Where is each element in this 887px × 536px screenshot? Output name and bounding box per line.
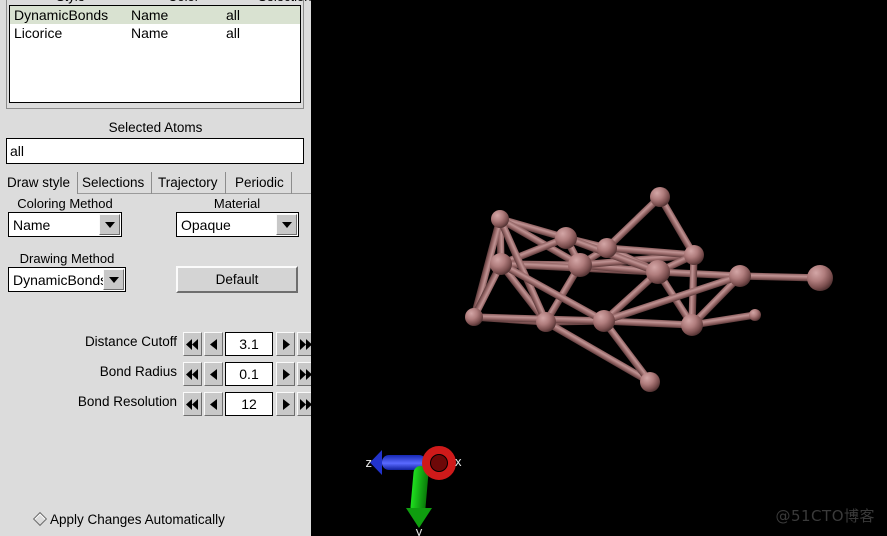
bond-resolution-increment-button[interactable] xyxy=(276,392,295,416)
chevron-down-icon xyxy=(99,214,120,235)
atom xyxy=(646,260,670,284)
bond-resolution-fast-decrement-button[interactable] xyxy=(183,392,202,416)
atom xyxy=(807,265,833,291)
row-style: DynamicBonds xyxy=(14,7,109,23)
axis-x-label: x xyxy=(455,454,462,469)
row-color: Name xyxy=(131,7,169,23)
table-row[interactable]: Licorice Name all xyxy=(10,24,300,42)
distance-cutoff-value[interactable]: 3.1 xyxy=(225,332,273,356)
atom xyxy=(491,210,509,228)
table-row[interactable]: DynamicBonds Name all xyxy=(10,6,300,24)
atom xyxy=(684,245,704,265)
tab-trajectory[interactable]: Trajectory xyxy=(151,172,226,194)
chevron-down-icon xyxy=(103,269,124,290)
material-label: Material xyxy=(213,196,261,211)
column-header-color: Color xyxy=(168,0,199,4)
atom xyxy=(465,308,483,326)
chevron-down-icon xyxy=(276,214,297,235)
graphical-representations-panel: Style Color Selection DynamicBonds Name … xyxy=(0,0,316,536)
axis-y-label: y xyxy=(416,524,423,536)
distance-cutoff-decrement-button[interactable] xyxy=(204,332,223,356)
vmd-window: Style Color Selection DynamicBonds Name … xyxy=(0,0,887,536)
panel-footer: Apply Changes Automatically Apply xyxy=(0,504,311,536)
tab-draw-style[interactable]: Draw style xyxy=(0,172,79,194)
bond-radius-value[interactable]: 0.1 xyxy=(225,362,273,386)
bond-radius-row: Bond Radius 0.1 xyxy=(100,362,316,386)
apply-automatically-label: Apply Changes Automatically xyxy=(50,512,225,527)
atom xyxy=(597,238,617,258)
bond-radius-label: Bond Radius xyxy=(99,364,177,379)
atom xyxy=(555,227,577,249)
coloring-method-label: Coloring Method xyxy=(17,196,113,211)
selected-atoms-label: Selected Atoms xyxy=(108,120,203,135)
distance-cutoff-label: Distance Cutoff xyxy=(84,334,177,349)
axis-z-label: z xyxy=(366,455,373,470)
atom xyxy=(593,310,615,332)
atom xyxy=(749,309,761,321)
drawing-method-dropdown[interactable]: DynamicBonds xyxy=(8,267,126,292)
default-button[interactable]: Default xyxy=(176,266,298,293)
bond-resolution-row: Bond Resolution 12 xyxy=(78,392,316,416)
drawing-method-value: DynamicBonds xyxy=(13,271,103,288)
coloring-method-value: Name xyxy=(13,216,51,233)
row-color: Name xyxy=(131,25,169,41)
drawing-method-label: Drawing Method xyxy=(19,251,115,266)
molecule-3d-viewport[interactable]: z y x @51CTO博客 xyxy=(311,0,887,536)
material-dropdown[interactable]: Opaque xyxy=(176,212,299,237)
atom xyxy=(490,253,512,275)
distance-cutoff-row: Distance Cutoff 3.1 xyxy=(85,332,316,356)
molecule-render: z y x xyxy=(311,0,887,536)
row-selection: all xyxy=(226,7,241,23)
material-value: Opaque xyxy=(181,216,231,233)
atom xyxy=(640,372,660,392)
tab-periodic[interactable]: Periodic xyxy=(228,172,292,194)
column-header-selection: Selection xyxy=(258,0,311,4)
distance-cutoff-increment-button[interactable] xyxy=(276,332,295,356)
bond-radius-decrement-button[interactable] xyxy=(204,362,223,386)
distance-cutoff-fast-decrement-button[interactable] xyxy=(183,332,202,356)
bond-resolution-value[interactable]: 12 xyxy=(225,392,273,416)
row-selection: all xyxy=(226,25,241,41)
bond-resolution-label: Bond Resolution xyxy=(77,394,177,409)
representation-list-frame: Style Color Selection DynamicBonds Name … xyxy=(6,0,311,109)
tab-selections[interactable]: Selections xyxy=(75,172,153,194)
atom xyxy=(729,265,751,287)
atom xyxy=(568,253,592,277)
atom xyxy=(536,312,556,332)
atom xyxy=(681,314,703,336)
bond-resolution-decrement-button[interactable] xyxy=(204,392,223,416)
coloring-method-dropdown[interactable]: Name xyxy=(8,212,122,237)
tab-bar: Draw style Selections Trajectory Periodi… xyxy=(0,172,311,194)
atom xyxy=(650,187,670,207)
selected-atoms-input[interactable] xyxy=(6,138,304,164)
column-header-style: Style xyxy=(56,0,85,4)
row-style: Licorice xyxy=(14,25,63,41)
bond-radius-fast-decrement-button[interactable] xyxy=(183,362,202,386)
watermark: @51CTO博客 xyxy=(775,507,875,525)
representation-list[interactable]: DynamicBonds Name all Licorice Name all xyxy=(9,5,301,103)
bond-radius-increment-button[interactable] xyxy=(276,362,295,386)
apply-automatically-toggle[interactable] xyxy=(32,511,48,527)
